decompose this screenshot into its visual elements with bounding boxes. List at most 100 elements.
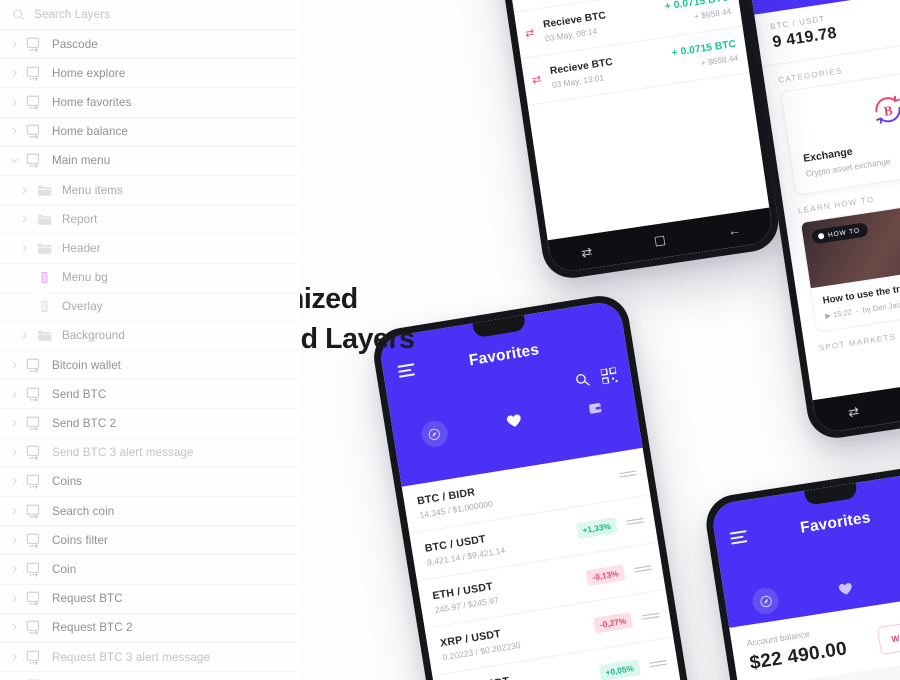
layer-row-send-btc-2[interactable]: Send BTC 2 xyxy=(0,409,300,439)
layer-label: Send BTC xyxy=(52,387,107,401)
transaction-amounts: + 0.0715 BTC + $658.44 xyxy=(671,39,739,72)
chevron-right-icon[interactable] xyxy=(6,65,22,81)
chevron-right-icon[interactable] xyxy=(6,649,22,665)
chevron-right-icon[interactable] xyxy=(6,36,22,52)
layer-label: Header xyxy=(62,241,101,255)
layer-label: Report xyxy=(62,212,98,226)
layer-row-send-btc-3-alert-message[interactable]: Send BTC 3 alert message xyxy=(0,439,300,468)
chevron-right-icon[interactable] xyxy=(6,620,22,636)
video-author: by Den Jackson xyxy=(861,297,900,315)
layer-label: Request BTC 3 alert message xyxy=(52,650,210,664)
layer-row-request-btc[interactable]: Request BTC xyxy=(0,585,300,614)
tab-explore[interactable] xyxy=(419,418,450,449)
play-small-icon: ▶ xyxy=(824,310,832,321)
chevron-right-icon[interactable] xyxy=(6,416,22,432)
badge-label: HOW TO xyxy=(827,227,861,239)
layer-row-request-btc-2[interactable]: Request BTC 2 xyxy=(0,614,300,643)
qr-code-icon[interactable] xyxy=(600,367,618,385)
phone-screen: Favorites xyxy=(377,299,699,680)
layer-row-coin[interactable]: Coin xyxy=(0,555,300,585)
chevron-right-icon[interactable] xyxy=(6,532,22,548)
back-icon[interactable]: ← xyxy=(727,222,742,239)
layer-row-search-coin[interactable]: Search coin xyxy=(0,497,300,527)
svg-text:B: B xyxy=(883,103,894,119)
layer-row-report[interactable]: Report xyxy=(0,205,300,235)
tab-explore[interactable] xyxy=(751,586,781,616)
component-icon xyxy=(24,444,44,462)
change-badge: +0,05% xyxy=(598,658,641,680)
chevron-right-icon[interactable] xyxy=(6,445,22,461)
transaction-info: Recieve BTC 03 May, 13:01 xyxy=(547,48,674,90)
chevron-right-icon[interactable] xyxy=(16,328,32,344)
chevron-right-icon[interactable] xyxy=(6,357,22,373)
component-icon xyxy=(24,64,44,82)
rect-pink-icon xyxy=(34,269,54,287)
tab-favorites[interactable] xyxy=(500,406,530,436)
search-layers-row[interactable] xyxy=(0,0,300,30)
component-icon xyxy=(24,93,44,111)
folder-icon xyxy=(34,210,54,228)
layer-row-bitcoin-wallet[interactable]: Bitcoin wallet xyxy=(0,351,300,381)
layer-row-request-btc-3-alert-message[interactable]: Request BTC 3 alert message xyxy=(0,643,300,673)
phone-body: Favorites xyxy=(369,291,707,680)
layer-row-home-balance[interactable]: Home balance xyxy=(0,118,300,147)
chevron-right-icon[interactable] xyxy=(16,240,32,256)
badge-dot-icon xyxy=(817,232,825,240)
recent-apps-icon[interactable]: ⇄ xyxy=(847,403,860,419)
favorites-list[interactable]: BTC / BIDR 14,345 / $1.000000 BTC / USDT 9,… xyxy=(401,447,699,680)
chevron-right-icon[interactable] xyxy=(6,386,22,402)
howto-badge: HOW TO xyxy=(811,222,869,245)
chevron-down-icon[interactable] xyxy=(6,153,22,169)
layer-row-btc-address[interactable]: BTC Address xyxy=(0,672,300,680)
tab-wallet[interactable] xyxy=(580,393,610,423)
layer-label: Coin xyxy=(52,562,77,576)
chevron-right-icon[interactable] xyxy=(6,591,22,607)
chevron-right-icon[interactable] xyxy=(6,503,22,519)
phone-screen: ⇄Send BTC11 July, 17:05- 0.043010 BTC- $… xyxy=(485,0,775,274)
component-icon xyxy=(24,385,44,403)
sparkline-icon xyxy=(617,464,638,485)
component-icon xyxy=(24,531,44,549)
component-icon xyxy=(24,473,44,491)
phone-body: Favorites xyxy=(702,460,900,680)
search-input[interactable] xyxy=(34,8,234,21)
recent-apps-icon[interactable]: ⇄ xyxy=(580,243,593,259)
favorites-tabbar[interactable] xyxy=(392,389,637,454)
change-badge: +1,33% xyxy=(575,516,618,539)
layer-label: Menu items xyxy=(62,183,123,197)
layer-row-menu-items[interactable]: Menu items xyxy=(0,176,300,206)
layer-row-home-explore[interactable]: Home explore xyxy=(0,59,300,89)
layer-row-background[interactable]: Background xyxy=(0,322,300,352)
chevron-right-icon[interactable] xyxy=(16,211,32,227)
chevron-right-icon[interactable] xyxy=(6,561,22,577)
layer-label: Overlay xyxy=(62,300,103,314)
layer-row-coins[interactable]: Coins xyxy=(0,468,300,497)
layer-row-menu-bg[interactable]: Menu bg xyxy=(0,264,300,293)
withdraw-button[interactable]: WITHDRAW xyxy=(876,614,900,656)
layer-row-overlay[interactable]: Overlay xyxy=(0,293,300,322)
layer-row-main-menu[interactable]: Main menu xyxy=(0,147,300,176)
header-actions xyxy=(574,367,618,389)
layer-row-header[interactable]: Header xyxy=(0,234,300,264)
bitcoin-exchange-icon: B xyxy=(795,79,900,140)
layer-row-send-btc[interactable]: Send BTC xyxy=(0,380,300,410)
layer-label: Coins xyxy=(52,475,83,489)
search-icon xyxy=(12,8,26,22)
tab-favorites[interactable] xyxy=(831,574,861,604)
android-navbar[interactable]: ⇄ ☐ ← xyxy=(812,365,900,434)
layer-label: Request BTC xyxy=(52,592,123,606)
chevron-right-icon[interactable] xyxy=(6,124,22,140)
chevron-right-icon[interactable] xyxy=(6,94,22,110)
transactions-list[interactable]: ⇄Send BTC11 July, 17:05- 0.043010 BTC- $… xyxy=(485,0,770,241)
video-duration: 15:22 xyxy=(832,307,853,320)
chevron-right-icon[interactable] xyxy=(6,474,22,490)
layer-row-home-favorites[interactable]: Home favorites xyxy=(0,88,300,118)
home-icon[interactable]: ☐ xyxy=(653,233,667,250)
search-icon[interactable] xyxy=(574,371,591,388)
layer-row-coins-filter[interactable]: Coins filter xyxy=(0,526,300,556)
folder-icon xyxy=(34,239,54,257)
layer-row-pascode[interactable]: Pascode xyxy=(0,30,300,60)
chevron-right-icon[interactable] xyxy=(16,182,32,198)
phone-balance: Favorites Account balance $22 490.00 WIT… xyxy=(702,460,900,680)
rect-gray-icon xyxy=(34,298,54,316)
